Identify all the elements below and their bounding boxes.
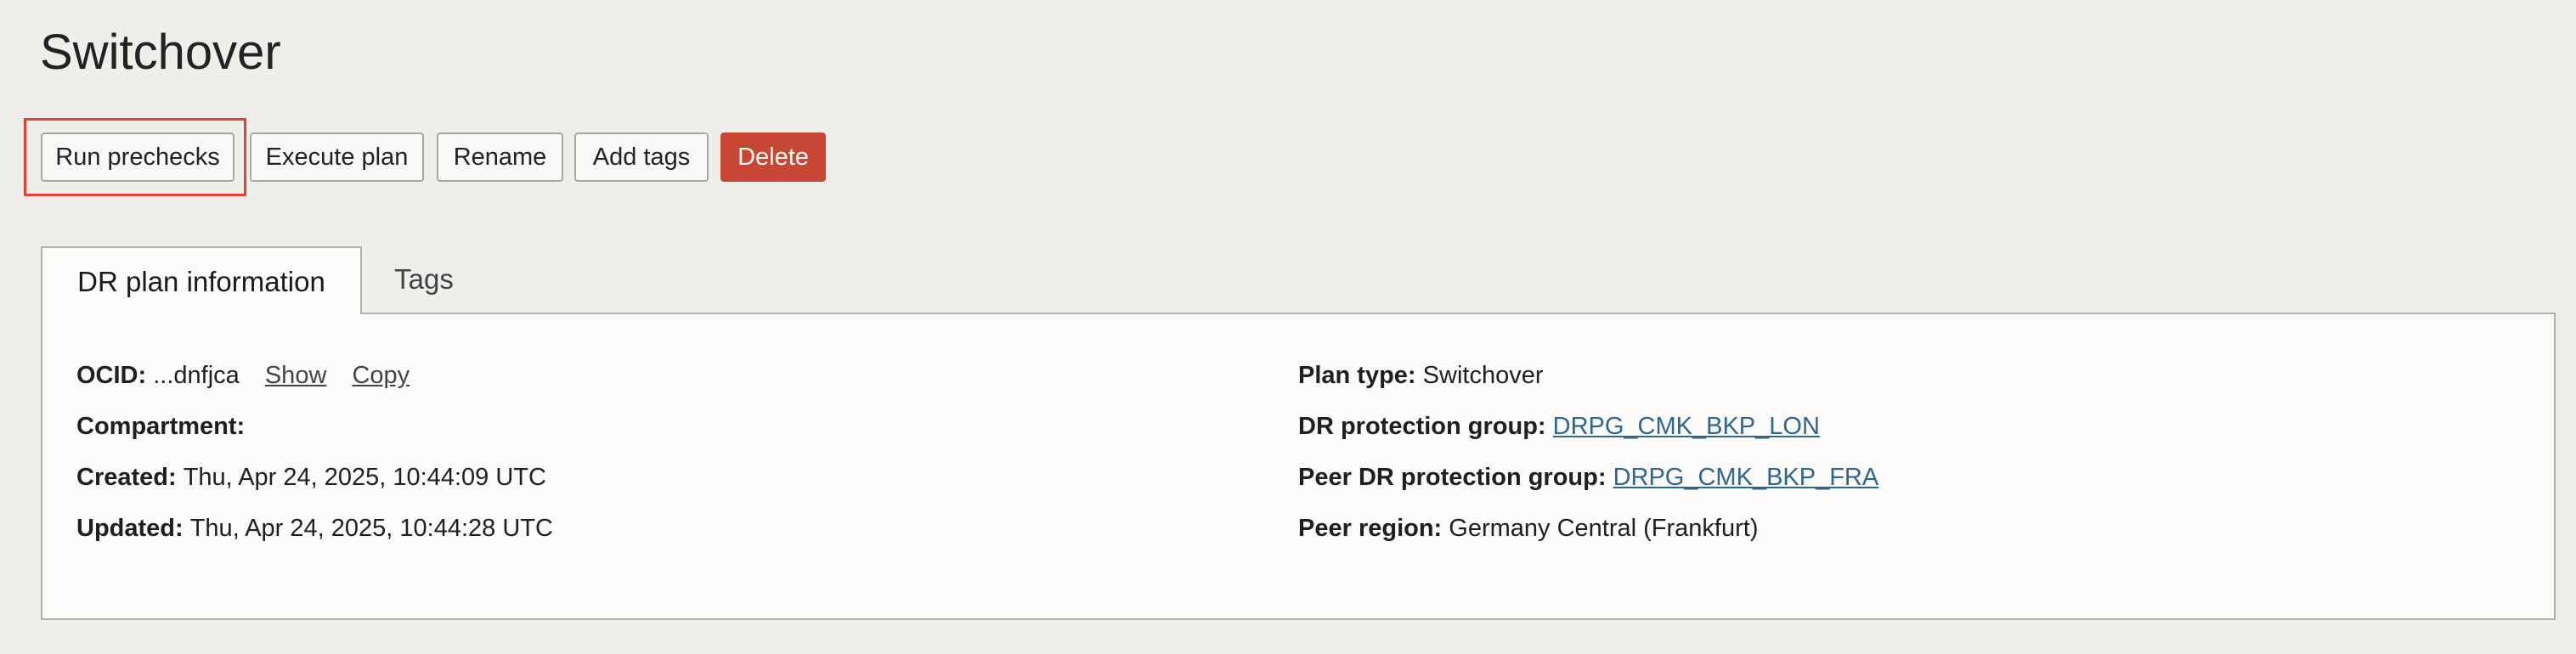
created-label: Created: bbox=[76, 464, 184, 491]
peer-region-value: Germany Central (Frankfurt) bbox=[1449, 515, 1759, 542]
updated-row: Updated: Thu, Apr 24, 2025, 10:44:28 UTC bbox=[76, 513, 553, 544]
created-row: Created: Thu, Apr 24, 2025, 10:44:09 UTC bbox=[76, 462, 546, 493]
created-value: Thu, Apr 24, 2025, 10:44:09 UTC bbox=[183, 464, 546, 491]
peer-dr-protection-group-link[interactable]: DRPG_CMK_BKP_FRA bbox=[1613, 464, 1879, 491]
peer-dr-protection-group-label: Peer DR protection group: bbox=[1298, 464, 1613, 491]
compartment-label: Compartment: bbox=[76, 413, 246, 440]
show-ocid-link[interactable]: Show bbox=[265, 362, 327, 389]
add-tags-button[interactable]: Add tags bbox=[574, 132, 709, 182]
compartment-row: Compartment: bbox=[76, 411, 245, 442]
tab-tags[interactable]: Tags bbox=[362, 246, 486, 313]
delete-button[interactable]: Delete bbox=[720, 132, 826, 182]
ocid-label: OCID: bbox=[76, 362, 154, 389]
ocid-row: OCID: ...dnfjca Show Copy bbox=[76, 360, 410, 391]
page-title: Switchover bbox=[40, 25, 281, 80]
dr-protection-group-link[interactable]: DRPG_CMK_BKP_LON bbox=[1553, 413, 1820, 440]
run-prechecks-button[interactable]: Run prechecks bbox=[41, 132, 234, 182]
dr-protection-group-label: DR protection group: bbox=[1298, 413, 1553, 440]
plan-type-value: Switchover bbox=[1422, 362, 1544, 389]
dr-plan-info-panel: OCID: ...dnfjca Show Copy Compartment: C… bbox=[41, 313, 2556, 620]
plan-type-row: Plan type: Switchover bbox=[1298, 360, 1543, 391]
peer-dr-protection-group-row: Peer DR protection group: DRPG_CMK_BKP_F… bbox=[1298, 462, 1878, 493]
peer-region-row: Peer region: Germany Central (Frankfurt) bbox=[1298, 513, 1758, 544]
plan-type-label: Plan type: bbox=[1298, 362, 1423, 389]
copy-ocid-link[interactable]: Copy bbox=[352, 362, 410, 389]
execute-plan-button[interactable]: Execute plan bbox=[250, 132, 424, 182]
ocid-value: ...dnfjca bbox=[153, 362, 240, 389]
peer-region-label: Peer region: bbox=[1298, 515, 1449, 542]
updated-value: Thu, Apr 24, 2025, 10:44:28 UTC bbox=[189, 515, 553, 542]
dr-protection-group-row: DR protection group: DRPG_CMK_BKP_LON bbox=[1298, 411, 1820, 442]
tab-dr-plan-information[interactable]: DR plan information bbox=[41, 246, 362, 314]
rename-button[interactable]: Rename bbox=[437, 132, 563, 182]
updated-label: Updated: bbox=[76, 515, 190, 542]
